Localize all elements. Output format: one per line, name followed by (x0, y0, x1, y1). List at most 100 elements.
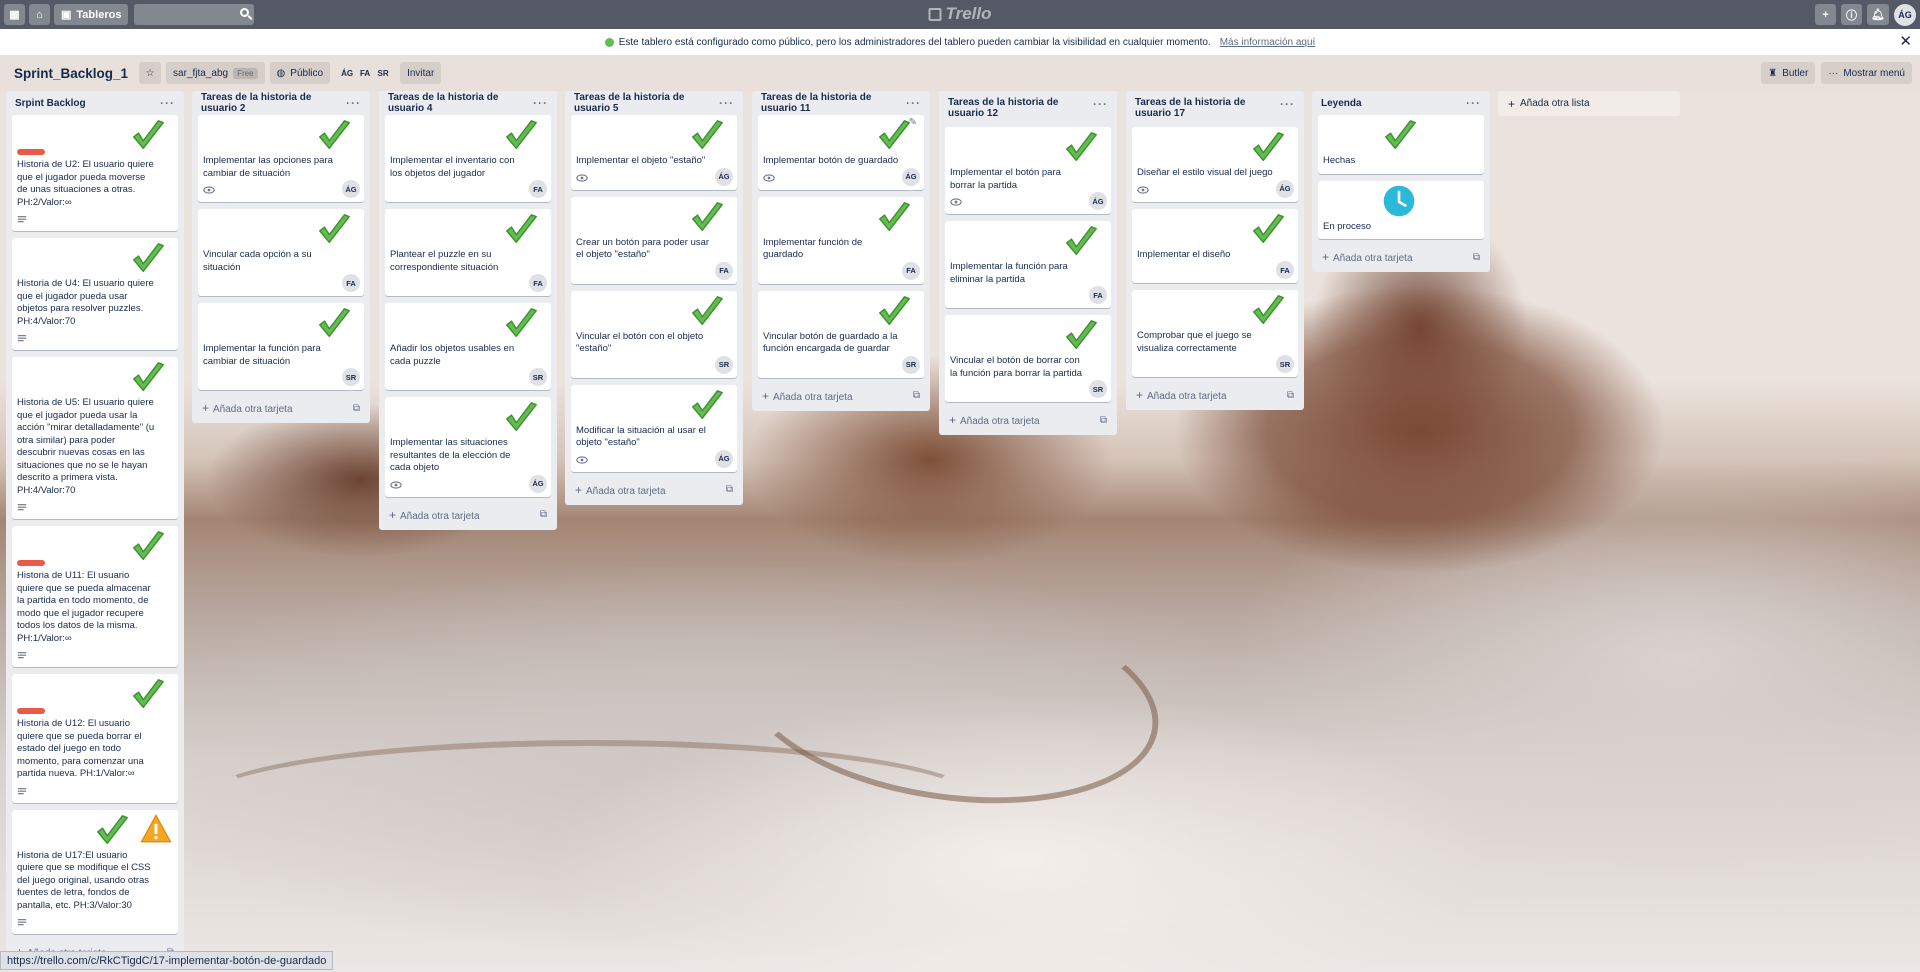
add-card-button[interactable]: +Añada otra tarjeta ⧉ (385, 504, 551, 526)
card-member-avatar[interactable]: ÁG (902, 167, 920, 186)
card-member-avatar[interactable]: SR (715, 355, 733, 374)
card[interactable]: ✎ Implementar botón de guardado ÁG (758, 115, 924, 190)
card-member-avatar[interactable]: FA (715, 261, 733, 280)
notifications-button[interactable]: 🔔︎ (1867, 4, 1889, 25)
card-member-avatar[interactable]: FA (1089, 286, 1107, 304)
card-member-avatar[interactable]: SR (529, 368, 547, 386)
card-template-icon[interactable]: ⧉ (1100, 415, 1107, 426)
card-member-avatar[interactable]: FA (529, 180, 547, 198)
card-member-avatar[interactable]: SR (1089, 380, 1107, 398)
list-more-icon[interactable]: ··· (906, 96, 921, 110)
apps-button[interactable]: ▦ (4, 4, 25, 25)
list-more-icon[interactable]: ··· (1093, 97, 1108, 111)
card-member-avatar[interactable]: SR (902, 355, 920, 374)
list-title[interactable]: Tareas de la historia de usuario 11 (761, 92, 896, 114)
add-card-button[interactable]: +Añada otra tarjeta ⧉ (1132, 384, 1298, 406)
card[interactable]: Implementar el botón para borrar la part… (945, 127, 1111, 214)
list-more-icon[interactable]: ··· (719, 96, 734, 110)
list-title[interactable]: Leyenda (1321, 98, 1362, 109)
card-member-avatar[interactable]: SR (1276, 355, 1294, 373)
card-member-avatar[interactable]: ÁG (715, 449, 733, 468)
add-card-button[interactable]: +Añada otra tarjeta ⧉ (198, 397, 364, 419)
legend-card[interactable]: En proceso (1318, 180, 1484, 239)
list-title[interactable]: Tareas de la historia de usuario 17 (1135, 97, 1270, 119)
visibility-button[interactable]: ◍ Público (269, 62, 331, 84)
list-header[interactable]: Tareas de la historia de usuario 11 ··· (758, 91, 924, 115)
butler-button[interactable]: ♜ Butler (1761, 62, 1816, 84)
list-title[interactable]: Srpint Backlog (15, 98, 86, 109)
card[interactable]: Implementar función de guardado FA (758, 196, 924, 284)
list-more-icon[interactable]: ··· (533, 96, 548, 110)
card[interactable]: Vincular botón de guardado a la función … (758, 290, 924, 378)
card[interactable]: Implementar las opciones para cambiar de… (198, 115, 364, 202)
add-card-button[interactable]: +Añada otra tarjeta ⧉ (1318, 246, 1484, 268)
card[interactable]: Historia de U2: El usuario quiere que el… (12, 115, 178, 231)
list-header[interactable]: Tareas de la historia de usuario 17 ··· (1132, 91, 1298, 127)
pencil-icon[interactable]: ✎ (909, 117, 917, 128)
list-header[interactable]: Tareas de la historia de usuario 12 ··· (945, 91, 1111, 127)
search-input[interactable] (134, 4, 255, 25)
card-member-avatar[interactable]: FA (902, 261, 920, 280)
list-title[interactable]: Tareas de la historia de usuario 2 (201, 92, 336, 114)
card[interactable]: Implementar el diseño FA (1132, 208, 1298, 283)
card-member-avatar[interactable]: ÁG (342, 180, 360, 198)
add-list-button[interactable]: + Añada otra lista (1498, 91, 1680, 116)
card-member-avatar[interactable]: FA (1276, 261, 1294, 279)
card-member-avatar[interactable]: FA (342, 274, 360, 292)
card-template-icon[interactable]: ⧉ (913, 390, 920, 401)
card-template-icon[interactable]: ⧉ (1473, 252, 1480, 263)
card[interactable]: Plantear el puzzle en su correspondiente… (385, 209, 551, 296)
info-button[interactable]: ⓘ (1841, 4, 1863, 25)
search-box[interactable] (134, 4, 255, 25)
list-header[interactable]: Tareas de la historia de usuario 4 ··· (385, 91, 551, 115)
card-template-icon[interactable]: ⧉ (726, 484, 733, 495)
card-template-icon[interactable]: ⧉ (353, 403, 360, 414)
card[interactable]: Historia de U5: El usuario quiere que el… (12, 357, 178, 519)
card-member-avatar[interactable]: ÁG (1276, 179, 1294, 198)
card[interactable]: Vincular cada opción a su situación FA (198, 209, 364, 296)
card[interactable]: Diseñar el estilo visual del juego ÁG (1132, 127, 1298, 202)
card[interactable]: Implementar el inventario con los objeto… (385, 115, 551, 202)
boards-button[interactable]: ▣ Tableros (54, 4, 129, 25)
list-more-icon[interactable]: ··· (160, 96, 175, 110)
card-member-avatar[interactable]: ÁG (1089, 192, 1107, 210)
team-button[interactable]: sar_fjta_abg Free (166, 62, 265, 84)
create-button[interactable]: + (1815, 4, 1837, 25)
list-title[interactable]: Tareas de la historia de usuario 4 (388, 92, 523, 114)
card-member-avatar[interactable]: FA (529, 274, 547, 292)
invite-button[interactable]: Invitar (400, 62, 442, 84)
add-card-button[interactable]: +Añada otra tarjeta ⧉ (945, 409, 1111, 431)
board-title[interactable]: Sprint_Backlog_1 (8, 66, 134, 81)
card-member-avatar[interactable]: SR (342, 368, 360, 386)
user-avatar[interactable]: ÁG (1894, 3, 1916, 26)
card[interactable]: Implementar la función para eliminar la … (945, 221, 1111, 308)
list-header[interactable]: Leyenda ··· (1318, 91, 1484, 115)
card[interactable]: Comprobar que el juego se visualiza corr… (1132, 290, 1298, 377)
home-button[interactable]: ⌂ (29, 4, 50, 25)
list-header[interactable]: Srpint Backlog ··· (12, 91, 178, 115)
card[interactable]: Implementar la función para cambiar de s… (198, 303, 364, 390)
card[interactable]: Implementar las situaciones resultantes … (385, 397, 551, 497)
member-avatar[interactable]: FA (357, 65, 373, 81)
add-card-button[interactable]: +Añada otra tarjeta ⧉ (758, 385, 924, 407)
card[interactable]: Modificar la situación al usar el objeto… (571, 384, 737, 472)
close-icon[interactable]: ✕ (1899, 32, 1912, 50)
card[interactable]: Vincular el botón con el objeto "estaño"… (571, 290, 737, 378)
member-avatar[interactable]: SR (375, 65, 391, 81)
star-button[interactable]: ☆ (139, 62, 162, 84)
show-menu-button[interactable]: ··· Mostrar menú (1821, 62, 1912, 84)
card-member-avatar[interactable]: ÁG (715, 167, 733, 186)
card[interactable]: Historia de U4: El usuario quiere que el… (12, 238, 178, 350)
card[interactable]: Crear un botón para poder usar el objeto… (571, 196, 737, 284)
legend-card[interactable]: Hechas (1318, 115, 1484, 174)
list-title[interactable]: Tareas de la historia de usuario 5 (574, 92, 709, 114)
list-title[interactable]: Tareas de la historia de usuario 12 (948, 97, 1083, 119)
card[interactable]: Implementar el objeto "estaño" ÁG (571, 115, 737, 190)
card[interactable]: Vincular el botón de borrar con la funci… (945, 315, 1111, 402)
list-header[interactable]: Tareas de la historia de usuario 2 ··· (198, 91, 364, 115)
card-member-avatar[interactable]: ÁG (529, 474, 547, 493)
card[interactable]: Historia de U11: El usuario quiere que s… (12, 526, 178, 667)
search-icon[interactable] (240, 8, 250, 17)
member-avatar[interactable]: ÁG (339, 65, 355, 81)
list-more-icon[interactable]: ··· (1466, 96, 1481, 110)
